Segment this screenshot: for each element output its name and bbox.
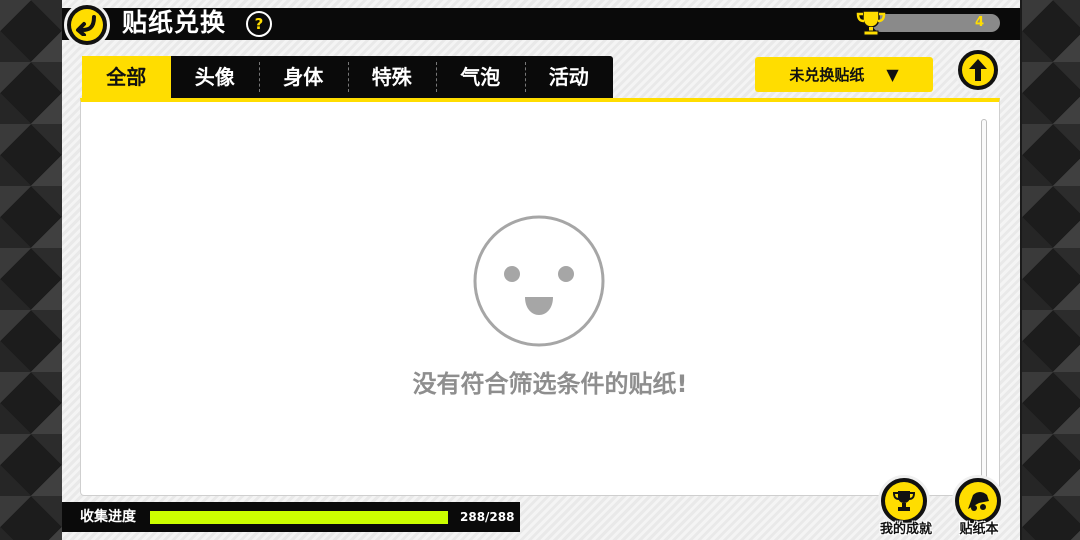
- trophy-score-bar: 4: [872, 14, 1000, 32]
- up-arrow-icon: [962, 54, 994, 86]
- tab-bubble[interactable]: 气泡: [436, 56, 525, 98]
- progress-count: 288/288: [460, 510, 515, 524]
- filter-dropdown[interactable]: 未兑换贴纸 ▼: [755, 57, 933, 92]
- back-button[interactable]: [64, 2, 110, 48]
- tab-all[interactable]: 全部: [82, 56, 171, 98]
- tab-event[interactable]: 活动: [524, 56, 614, 98]
- trophy-score: 4: [974, 15, 984, 30]
- caret-down-icon: ▼: [886, 65, 899, 84]
- smiley-face-icon: [473, 215, 605, 347]
- tab-special[interactable]: 特殊: [347, 56, 437, 98]
- scrollbar[interactable]: [981, 119, 987, 481]
- page-title: 贴纸兑换: [122, 8, 227, 37]
- collection-progress: 收集进度 288/288: [62, 502, 520, 532]
- trophy-icon: [885, 482, 923, 520]
- tab-avatar[interactable]: 头像: [171, 56, 260, 98]
- progress-track: [150, 511, 448, 524]
- sticker-book-icon: [959, 482, 997, 520]
- tab-body[interactable]: 身体: [259, 56, 348, 98]
- left-side-panel: [0, 0, 62, 540]
- progress-label: 收集进度: [80, 509, 136, 525]
- scroll-top-button[interactable]: [955, 47, 1001, 93]
- help-button[interactable]: ?: [246, 11, 272, 37]
- empty-state-message: 没有符合筛选条件的贴纸!: [412, 370, 688, 398]
- right-side-panel: [1022, 0, 1080, 540]
- progress-fill: [150, 511, 448, 524]
- trophy-icon: [856, 10, 886, 36]
- category-tabs: 全部 头像 身体 特殊 气泡 活动: [82, 56, 613, 98]
- back-arrow-icon: [71, 9, 103, 41]
- filter-selected-value: 未兑换贴纸: [789, 66, 865, 84]
- achievements-label: 我的成就: [879, 522, 932, 537]
- sticker-book-label: 贴纸本: [959, 522, 999, 537]
